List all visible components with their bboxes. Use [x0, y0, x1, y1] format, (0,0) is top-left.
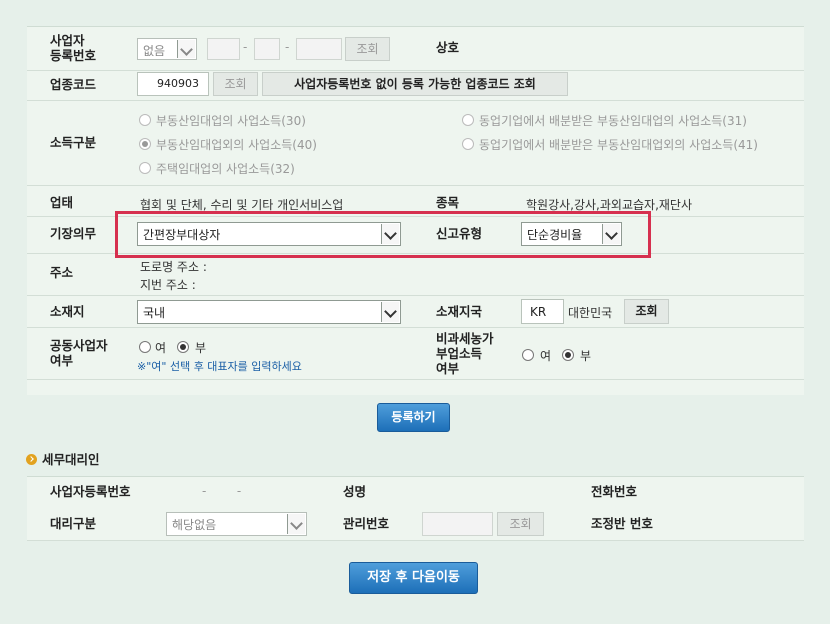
business-reg-lookup-button[interactable]: 조회 — [345, 37, 390, 61]
country-code-input[interactable]: KR — [521, 299, 564, 324]
country-name: 대한민국 — [568, 306, 613, 320]
income-31-radio[interactable] — [462, 114, 474, 126]
chevron-down-icon — [381, 302, 399, 322]
row-agent-type — [27, 507, 804, 541]
nontax-no-label: 부 — [580, 349, 592, 363]
agent-phone-label: 전화번호 — [591, 484, 638, 499]
industry-code-label: 업종코드 — [50, 77, 97, 92]
location-label: 소재지 — [50, 304, 85, 319]
road-address-label: 도로명 주소 : — [140, 260, 207, 274]
business-reg-label: 사업자 등록번호 — [50, 33, 97, 63]
agent-type-value: 해당없음 — [172, 518, 217, 532]
business-item-label: 종목 — [436, 195, 460, 210]
income-type-label: 소득구분 — [50, 135, 97, 150]
joint-yes-label: 여 — [155, 341, 167, 355]
adjust-number-label: 조정반 번호 — [591, 516, 653, 531]
bookkeeping-label: 기장의무 — [50, 226, 97, 241]
location-select[interactable]: 국내 — [137, 300, 401, 324]
chevron-down-icon — [287, 514, 305, 534]
industry-code-lookup-button[interactable]: 조회 — [213, 72, 258, 96]
business-reg-dash2: - — [285, 40, 290, 54]
income-30-label: 부동산임대업의 사업소득(30) — [156, 114, 306, 128]
nontax-farm-label: 비과세농가 부업소득 여부 — [436, 331, 494, 376]
joint-no-label: 부 — [195, 341, 207, 355]
income-41-radio[interactable] — [462, 138, 474, 150]
agent-type-select[interactable]: 해당없음 — [166, 512, 307, 536]
industry-code-no-reg-lookup-button[interactable]: 사업자등록번호 없이 등록 가능한 업종코드 조회 — [262, 72, 568, 96]
income-30-radio[interactable] — [139, 114, 151, 126]
income-32-radio[interactable] — [139, 162, 151, 174]
country-code-value: KR — [530, 305, 547, 319]
joint-note: ※"여" 선택 후 대표자를 입력하세요 — [137, 360, 302, 373]
income-31-label: 동업기업에서 배분받은 부동산임대업의 사업소득(31) — [479, 114, 747, 128]
business-reg-type-select[interactable]: 없음 — [137, 38, 197, 60]
nontax-yes-radio[interactable] — [522, 349, 534, 361]
joint-business-label: 공동사업자 여부 — [50, 338, 108, 368]
mgmt-lookup-button[interactable]: 조회 — [497, 512, 544, 536]
section-bullet-icon — [26, 454, 37, 465]
mgmt-number-input[interactable] — [422, 512, 493, 536]
agent-reg-value: - - — [202, 484, 242, 498]
business-reg-part2-input[interactable] — [254, 38, 280, 60]
business-reg-type-value: 없음 — [143, 44, 166, 58]
tax-agent-title: 세무대리인 — [42, 452, 100, 467]
business-reg-part3-input[interactable] — [296, 38, 342, 60]
country-lookup-button[interactable]: 조회 — [624, 299, 669, 324]
highlight-box — [115, 211, 651, 258]
income-40-radio[interactable] — [139, 138, 151, 150]
address-label: 주소 — [50, 265, 74, 280]
lot-address-label: 지번 주소 : — [140, 278, 196, 292]
register-button[interactable]: 등록하기 — [377, 403, 450, 432]
nontax-no-radio[interactable] — [562, 349, 574, 361]
income-32-label: 주택임대업의 사업소득(32) — [156, 162, 295, 176]
country-label: 소재지국 — [436, 304, 483, 319]
shop-name-label: 상호 — [436, 40, 460, 55]
industry-code-value: 940903 — [157, 77, 199, 90]
nontax-yes-label: 여 — [540, 349, 552, 363]
joint-yes-radio[interactable] — [139, 341, 151, 353]
mgmt-number-label: 관리번호 — [343, 516, 390, 531]
save-next-button[interactable]: 저장 후 다음이동 — [349, 562, 478, 594]
agent-reg-label: 사업자등록번호 — [50, 484, 131, 499]
business-type-label: 업태 — [50, 195, 74, 210]
chevron-down-icon — [177, 40, 195, 58]
business-reg-dash1: - — [243, 40, 248, 54]
income-40-label: 부동산임대업외의 사업소득(40) — [156, 138, 317, 152]
agent-name-label: 성명 — [343, 484, 367, 499]
location-value: 국내 — [143, 306, 166, 320]
agent-type-label: 대리구분 — [50, 516, 97, 531]
row-agent-reg — [27, 476, 804, 509]
income-41-label: 동업기업에서 배분받은 부동산임대업외의 사업소득(41) — [479, 138, 758, 152]
business-reg-part1-input[interactable] — [207, 38, 240, 60]
industry-code-input[interactable]: 940903 — [137, 72, 209, 96]
joint-no-radio[interactable] — [177, 341, 189, 353]
